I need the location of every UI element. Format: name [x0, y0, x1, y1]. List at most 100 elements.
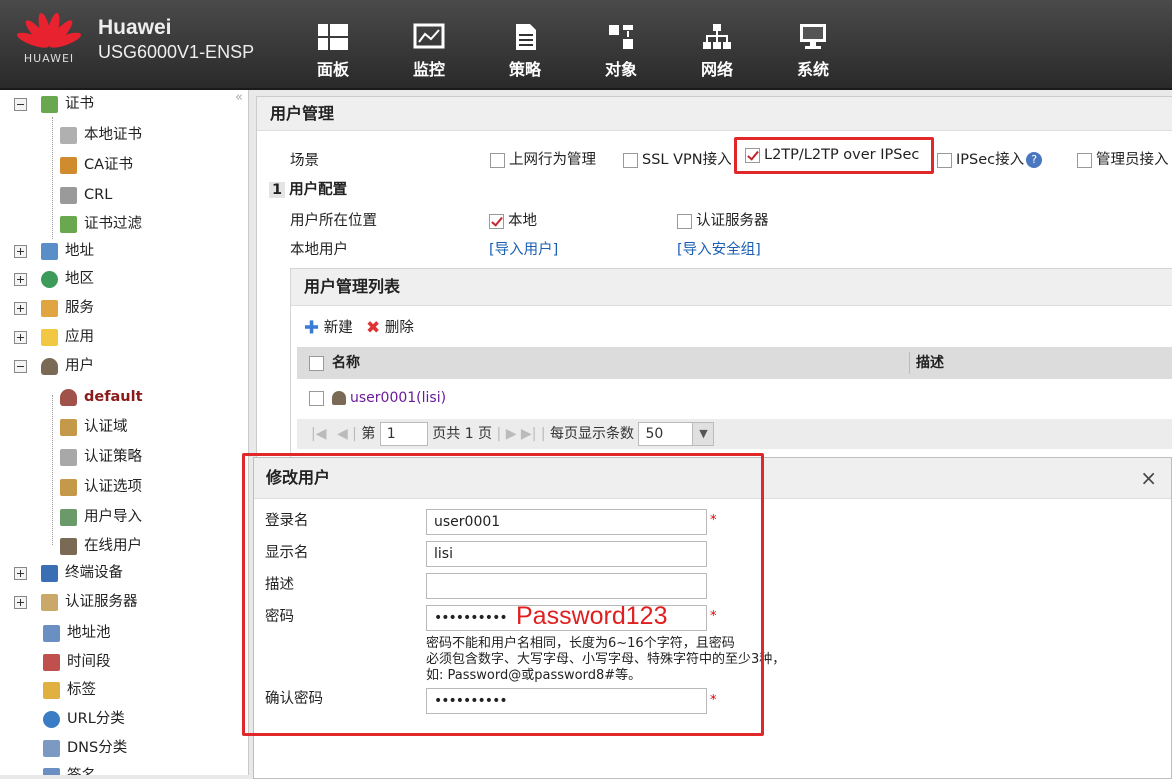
list-title: 用户管理列表: [291, 269, 1172, 306]
tag-icon: [43, 681, 60, 699]
sidebar-item-certificate[interactable]: 证书: [14, 91, 94, 117]
policy-icon: [508, 22, 542, 52]
import-groups-link[interactable]: [导入安全组]: [677, 238, 761, 259]
chevron-down-icon: ▼: [692, 423, 714, 445]
dashboard-icon: [316, 22, 350, 52]
new-button[interactable]: ✚ 新建: [304, 316, 353, 339]
collapse-icon[interactable]: [14, 97, 27, 111]
col-desc-header[interactable]: 描述: [909, 352, 944, 374]
first-page-icon[interactable]: |◀: [311, 426, 326, 442]
nav-label: 监控: [412, 60, 445, 79]
local-cert-icon: [60, 126, 77, 144]
sidebar-item-user-import[interactable]: 用户导入: [60, 504, 142, 530]
highlight-l2tp-box: [734, 137, 934, 174]
expand-icon[interactable]: [14, 244, 27, 258]
nav-policy[interactable]: 策略: [495, 22, 555, 80]
nav-network[interactable]: 网络: [687, 22, 747, 80]
scene-internet-behavior[interactable]: 上网行为管理: [490, 148, 596, 169]
calendar-icon: [43, 653, 60, 671]
checkbox[interactable]: [677, 213, 692, 229]
logo-text: HUAWEI: [23, 52, 75, 65]
sidebar-item-service[interactable]: 服务: [14, 295, 94, 321]
pager: |◀ ◀ | 第 1 页共 1 页 | ▶ ▶| | 每页显示条数 50 ▼: [297, 419, 1172, 449]
step-number: 1: [269, 182, 286, 198]
auth-options-icon: [60, 478, 77, 496]
collapse-icon[interactable]: [14, 359, 27, 373]
checkbox[interactable]: [937, 152, 952, 168]
sidebar-item-default[interactable]: default: [60, 384, 143, 410]
sidebar-item-terminal[interactable]: 终端设备: [14, 560, 123, 586]
sidebar-item-application[interactable]: 应用: [14, 324, 94, 350]
last-page-icon[interactable]: ▶|: [521, 426, 536, 442]
user-name-link[interactable]: user0001(lisi): [350, 390, 446, 406]
nav-monitor[interactable]: 监控: [399, 22, 459, 80]
sidebar-item-dns-category[interactable]: DNS分类: [43, 735, 127, 761]
sidebar-item-tag[interactable]: 标签: [43, 677, 96, 703]
add-icon: ✚: [304, 317, 320, 339]
row-checkbox[interactable]: [309, 390, 324, 406]
scene-ssl-vpn[interactable]: SSL VPN接入: [623, 148, 732, 169]
expand-icon[interactable]: [14, 595, 27, 609]
scene-ipsec[interactable]: IPSec接入?: [937, 148, 1043, 169]
location-auth-server[interactable]: 认证服务器: [677, 209, 769, 230]
expand-icon[interactable]: [14, 301, 27, 315]
prev-page-icon[interactable]: ◀: [337, 426, 348, 442]
scene-admin-access[interactable]: 管理员接入: [1077, 148, 1169, 169]
sidebar-item-url-category[interactable]: URL分类: [43, 706, 125, 732]
select-all-checkbox[interactable]: [309, 355, 324, 371]
address-icon: [41, 242, 58, 260]
expand-icon[interactable]: [14, 272, 27, 286]
next-page-icon[interactable]: ▶: [506, 426, 517, 442]
top-header: HUAWEI Huawei USG6000V1-ENSP 面板 监控 策略 对象…: [0, 0, 1172, 90]
per-page-select[interactable]: 50 ▼: [638, 422, 715, 446]
nav-dashboard[interactable]: 面板: [303, 22, 363, 80]
sidebar-item-local-cert[interactable]: 本地证书: [60, 122, 142, 148]
sidebar-item-time-range[interactable]: 时间段: [43, 649, 111, 675]
checkbox[interactable]: [1077, 152, 1092, 168]
checkbox[interactable]: [490, 152, 505, 168]
sidebar-item-cert-filter[interactable]: 证书过滤: [60, 211, 142, 237]
col-name-header[interactable]: 名称: [332, 355, 360, 371]
address-pool-icon: [43, 624, 60, 642]
location-local[interactable]: 本地: [489, 209, 537, 230]
import-users-link[interactable]: [导入用户]: [489, 238, 558, 259]
nav-label: 系统: [796, 60, 829, 79]
sidebar-item-region[interactable]: 地区: [14, 266, 94, 292]
sidebar-item-auth-server[interactable]: 认证服务器: [14, 589, 138, 615]
signature-icon: [43, 767, 60, 775]
expand-icon[interactable]: [14, 566, 27, 580]
sidebar-item-address[interactable]: 地址: [14, 238, 94, 264]
nav-label: 面板: [316, 60, 349, 79]
page-total: 页共 1 页: [432, 426, 493, 442]
close-icon[interactable]: ×: [1140, 458, 1157, 498]
sidebar-item-crl[interactable]: CRL: [60, 182, 112, 208]
monitor-icon: [412, 22, 446, 52]
nav-object[interactable]: 对象: [591, 22, 651, 80]
dns-category-icon: [43, 739, 60, 757]
sidebar-item-auth-domain[interactable]: 认证域: [60, 414, 128, 440]
expand-icon[interactable]: [14, 330, 27, 344]
sidebar-item-signature[interactable]: 签名: [43, 763, 96, 775]
table-row[interactable]: user0001(lisi): [297, 381, 1172, 415]
checkbox-checked[interactable]: [489, 213, 504, 229]
user-list-panel: 用户管理列表 ✚ 新建 ✖ 删除 名称 描述 user0001(lisi) |◀…: [290, 268, 1172, 460]
help-icon[interactable]: ?: [1026, 152, 1043, 168]
sidebar-item-address-pool[interactable]: 地址池: [43, 620, 111, 646]
checkbox[interactable]: [623, 152, 638, 168]
collapse-sidebar-icon[interactable]: «: [235, 90, 243, 105]
object-icon: [604, 22, 638, 52]
sidebar-item-online-users[interactable]: 在线用户: [60, 533, 142, 559]
sidebar-item-auth-policy[interactable]: 认证策略: [60, 444, 142, 470]
user-group-icon: [60, 388, 77, 406]
auth-server-icon: [41, 593, 58, 611]
delete-button[interactable]: ✖ 删除: [366, 316, 414, 338]
crl-icon: [60, 186, 77, 204]
delete-icon: ✖: [366, 318, 381, 338]
local-user-label: 本地用户: [290, 242, 348, 258]
sidebar-item-auth-options[interactable]: 认证选项: [60, 474, 142, 500]
sidebar-item-user[interactable]: 用户: [14, 353, 94, 379]
page-input[interactable]: 1: [379, 422, 428, 446]
sidebar-item-ca-cert[interactable]: CA证书: [60, 152, 133, 178]
page-prefix: 第: [361, 426, 376, 442]
nav-system[interactable]: 系统: [783, 22, 843, 80]
